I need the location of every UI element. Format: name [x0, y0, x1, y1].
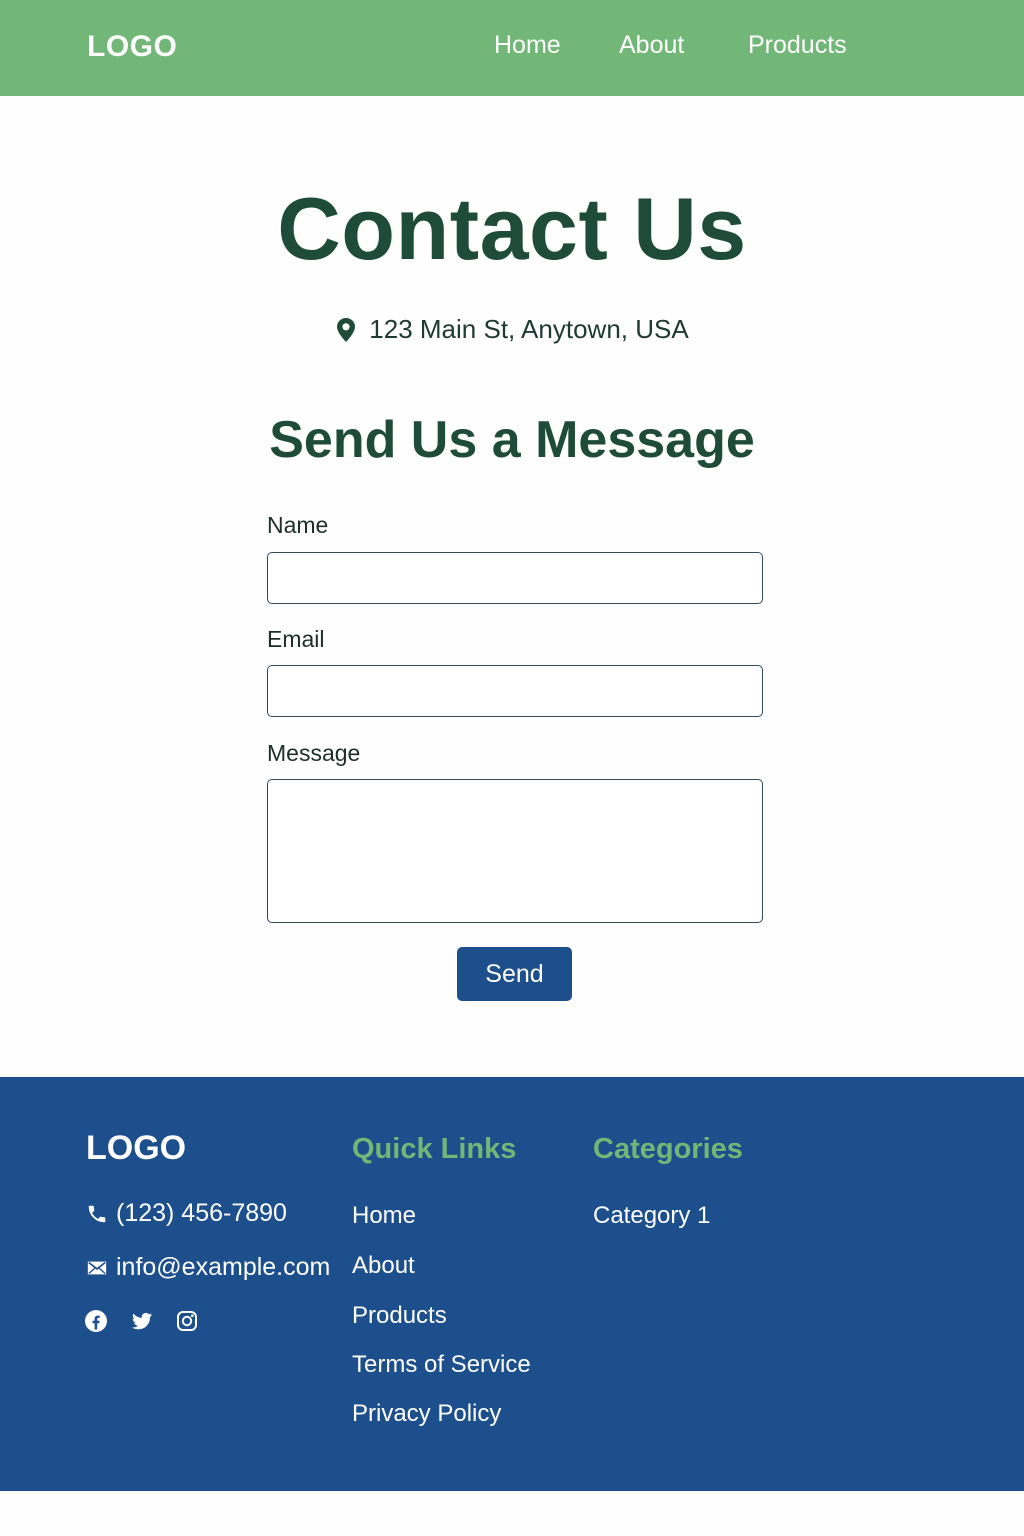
- facebook-icon[interactable]: [84, 1309, 108, 1333]
- footer-phone: (123) 456-7890: [86, 1199, 287, 1228]
- name-field[interactable]: [267, 552, 763, 604]
- footer-logo[interactable]: LOGO: [86, 1129, 186, 1168]
- footer-link-privacy[interactable]: Privacy Policy: [352, 1400, 501, 1428]
- name-label: Name: [267, 512, 329, 538]
- twitter-icon[interactable]: [130, 1309, 154, 1333]
- footer-link-about[interactable]: About: [352, 1252, 415, 1280]
- address-text: 123 Main St, Anytown, USA: [369, 314, 689, 344]
- send-button[interactable]: Send: [457, 947, 572, 1001]
- email-text[interactable]: info@example.com: [116, 1253, 330, 1282]
- message-field[interactable]: [267, 779, 763, 923]
- categories-title: Categories: [593, 1133, 743, 1165]
- page-title: Contact Us: [277, 179, 747, 278]
- site-footer: LOGO (123) 456-7890 info@example.com Qui…: [0, 1077, 1024, 1491]
- header-logo[interactable]: LOGO: [87, 30, 177, 64]
- footer-link-home[interactable]: Home: [352, 1202, 416, 1230]
- address-line: 123 Main St, Anytown, USA: [0, 314, 1024, 345]
- site-header: LOGO Home About Products: [0, 0, 1024, 96]
- location-pin-icon: [335, 317, 357, 343]
- footer-link-products[interactable]: Products: [352, 1302, 447, 1330]
- message-label: Message: [267, 740, 361, 766]
- phone-icon: [86, 1203, 108, 1225]
- envelope-icon: [86, 1257, 108, 1279]
- form-title: Send Us a Message: [269, 411, 755, 469]
- contact-page: LOGO Home About Products Contact Us 123 …: [0, 0, 1024, 1536]
- email-field[interactable]: [267, 665, 763, 717]
- footer-email: info@example.com: [86, 1253, 330, 1282]
- nav-link-home[interactable]: Home: [494, 31, 561, 60]
- nav-link-about[interactable]: About: [619, 31, 684, 60]
- footer-link-category-1[interactable]: Category 1: [593, 1202, 710, 1230]
- nav-link-products[interactable]: Products: [748, 31, 847, 60]
- phone-text[interactable]: (123) 456-7890: [116, 1199, 287, 1228]
- footer-link-terms[interactable]: Terms of Service: [352, 1351, 531, 1379]
- quick-links-title: Quick Links: [352, 1133, 517, 1165]
- email-label: Email: [267, 626, 325, 652]
- instagram-icon[interactable]: [175, 1309, 199, 1333]
